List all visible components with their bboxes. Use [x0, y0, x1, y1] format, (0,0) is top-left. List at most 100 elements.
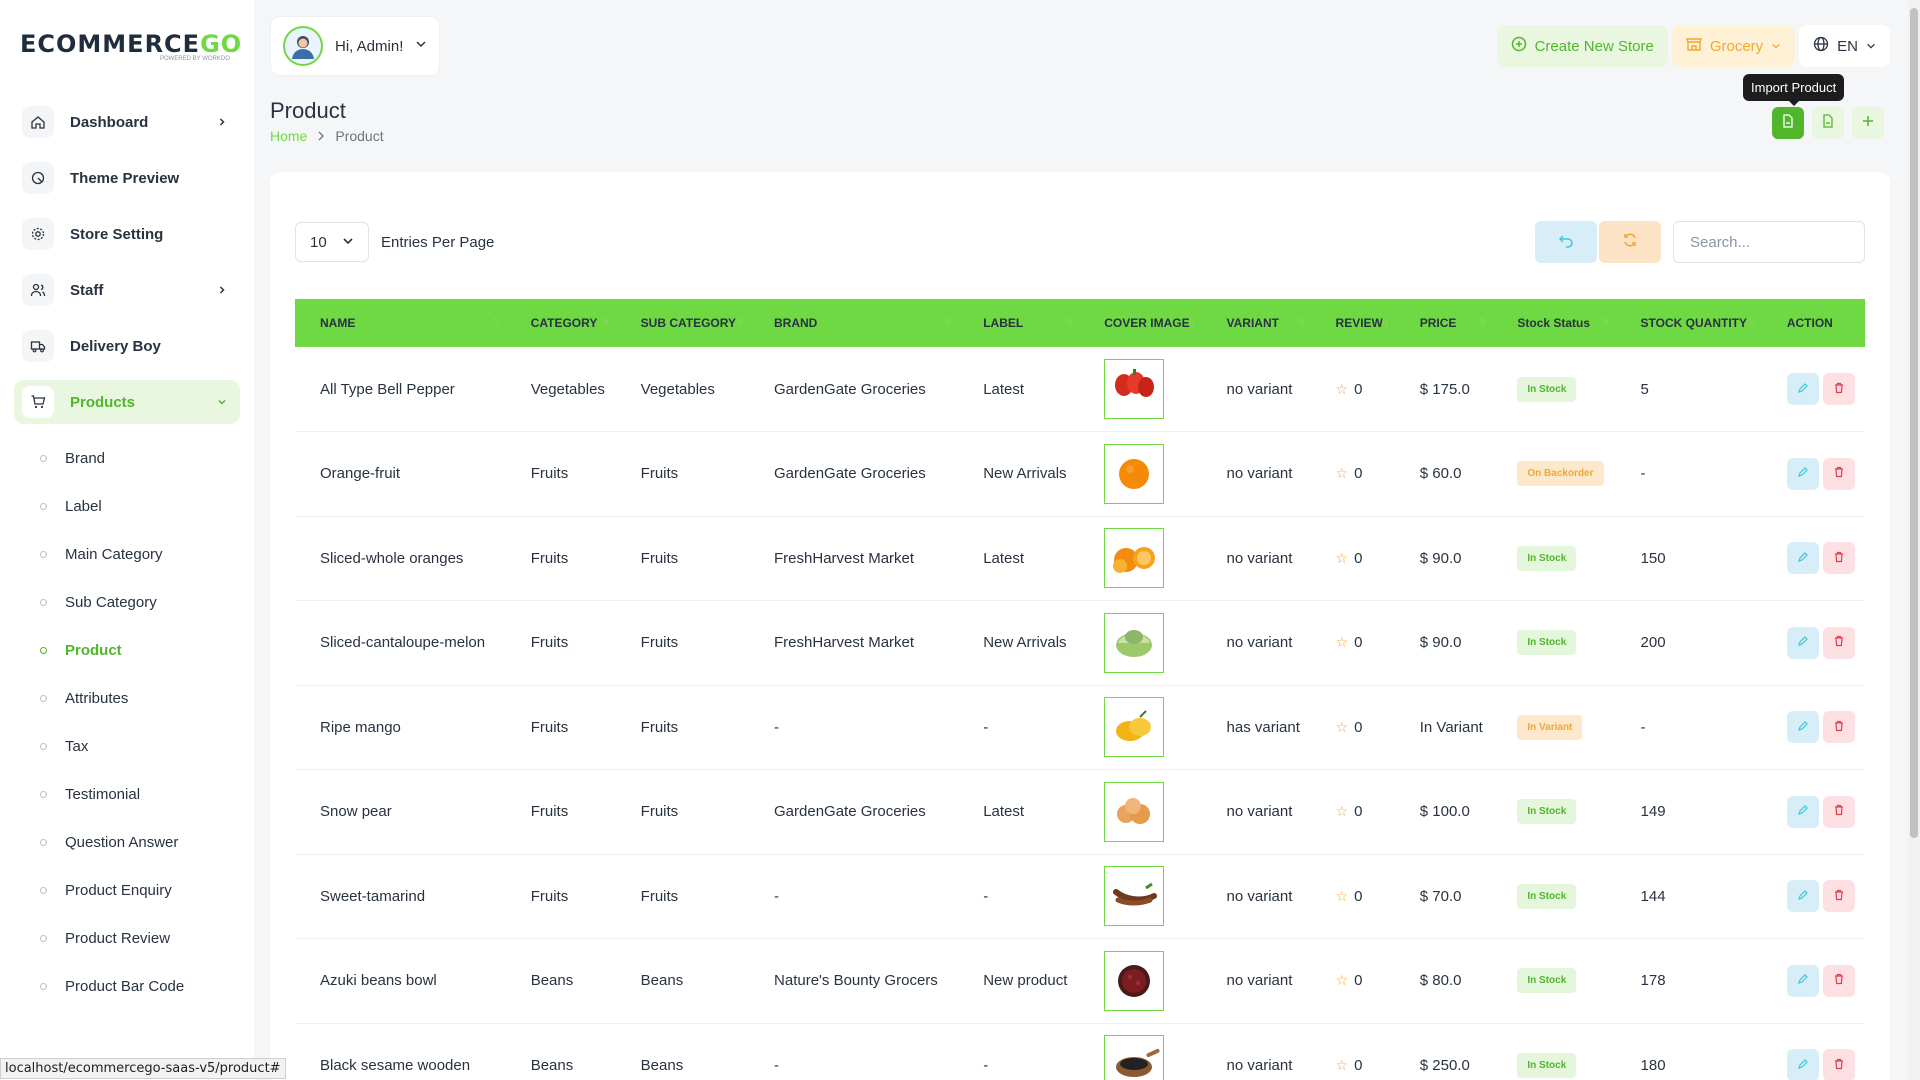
edit-button[interactable] [1786, 880, 1819, 913]
edit-button[interactable] [1786, 457, 1819, 490]
column-header-label[interactable]: LABEL ↑↓ [958, 299, 1079, 347]
submenu-item-product-review[interactable]: Product Review [14, 914, 240, 962]
product-image [1104, 950, 1165, 1011]
scrollbar-thumb[interactable] [1910, 8, 1918, 838]
edit-button[interactable] [1786, 711, 1819, 744]
submenu-item-product-enquiry[interactable]: Product Enquiry [14, 866, 240, 914]
cell-brand: FreshHarvest Market [749, 600, 959, 686]
delete-button[interactable] [1822, 711, 1855, 744]
sidebar-item-staff[interactable]: Staff [14, 268, 240, 312]
cell-variant: no variant [1201, 431, 1311, 517]
column-header-label: STOCK QUANTITY [1640, 316, 1747, 330]
cell-price: $ 250.0 [1394, 1023, 1493, 1080]
delete-button[interactable] [1822, 964, 1855, 997]
delete-button[interactable] [1822, 457, 1855, 490]
page-scrollbar[interactable] [1908, 0, 1920, 1080]
cell-action [1761, 685, 1865, 770]
submenu-item-attributes[interactable]: Attributes [14, 674, 240, 722]
delete-button[interactable] [1822, 373, 1855, 405]
column-header-name[interactable]: NAME ↑↓ [295, 299, 506, 347]
sidebar-item-label: Dashboard [70, 113, 149, 131]
cell-variant: has variant [1201, 685, 1311, 770]
star-icon: ☆ [1335, 803, 1349, 820]
breadcrumb: Home Product [270, 128, 384, 144]
column-header-sub-category[interactable]: SUB CATEGORY ↑↓ [616, 299, 749, 347]
cell-category: Vegetables [505, 347, 616, 432]
add-product-button[interactable] [1852, 107, 1884, 139]
cell-review: ☆ 0 [1310, 347, 1395, 432]
sidebar-item-store-setting[interactable]: Store Setting [14, 212, 240, 256]
review-count: 0 [1354, 972, 1363, 990]
cell-review: ☆ 0 [1310, 685, 1395, 770]
sidebar-item-label: Delivery Boy [70, 337, 161, 355]
delete-button[interactable] [1822, 880, 1855, 913]
sort-icon: ↑↓ [1065, 316, 1073, 327]
star-icon: ☆ [1335, 887, 1349, 904]
column-header-price[interactable]: PRICE ↑↓ [1395, 299, 1493, 347]
delete-button[interactable] [1822, 542, 1855, 575]
edit-button[interactable] [1786, 542, 1819, 575]
submenu-item-question-answer[interactable]: Question Answer [14, 818, 240, 866]
entries-per-page-select[interactable]: 10 [295, 222, 369, 262]
export-product-button[interactable] [1812, 107, 1844, 139]
sort-icon: ↑↓ [601, 316, 610, 327]
submenu-item-label: Label [65, 497, 102, 515]
star-icon: ☆ [1335, 718, 1349, 735]
column-header-variant[interactable]: VARIANT ↑↓ [1202, 299, 1311, 347]
column-header-stock-status[interactable]: Stock Status ↑↓ [1492, 299, 1615, 347]
bullet-icon [40, 550, 47, 558]
breadcrumb-current: Product [335, 128, 384, 144]
refresh-button[interactable] [1599, 221, 1661, 263]
submenu-item-sub-category[interactable]: Sub Category [14, 578, 240, 626]
sidebar-item-delivery-boy[interactable]: Delivery Boy [14, 324, 240, 368]
submenu-item-label[interactable]: Label [14, 482, 240, 530]
cell-price: In Variant [1394, 685, 1493, 770]
edit-button[interactable] [1786, 373, 1819, 405]
cell-cover-image [1079, 347, 1202, 432]
sidebar-item-products[interactable]: Products [14, 380, 240, 424]
submenu-item-main-category[interactable]: Main Category [14, 530, 240, 578]
table-row: Sliced-cantaloupe-melon Fruits Fruits Fresh… [295, 600, 1865, 686]
status-badge: In Stock [1517, 376, 1577, 402]
pencil-icon [1797, 550, 1809, 567]
submenu-item-product-bar-code[interactable]: Product Bar Code [14, 962, 240, 1010]
edit-button[interactable] [1786, 795, 1819, 828]
sidebar-item-dashboard[interactable]: Dashboard [14, 100, 240, 144]
delete-button[interactable] [1822, 795, 1855, 828]
edit-button[interactable] [1786, 964, 1819, 997]
import-product-button[interactable] [1772, 107, 1804, 139]
cell-price: $ 80.0 [1394, 938, 1493, 1024]
cell-stock-quantity: 200 [1615, 600, 1762, 686]
column-header-review[interactable]: REVIEW ↑↓ [1311, 299, 1395, 347]
edit-button[interactable] [1786, 626, 1819, 659]
delete-button[interactable] [1822, 626, 1855, 659]
create-store-button[interactable]: Create New Store [1496, 25, 1668, 67]
bullet-icon [40, 598, 47, 606]
sidebar-item-theme-preview[interactable]: Theme Preview [14, 156, 240, 200]
column-header-cover-image[interactable]: COVER IMAGE ↑↓ [1079, 299, 1201, 347]
edit-button[interactable] [1786, 1049, 1819, 1080]
submenu-item-product[interactable]: Product [14, 626, 240, 674]
logo[interactable]: ECOMMERCEGO POWERED BY WORKDO [20, 30, 242, 70]
submenu-item-brand[interactable]: Brand [14, 434, 240, 482]
store-icon [1685, 36, 1702, 56]
chevron-right-icon [214, 114, 230, 130]
store-select[interactable]: Grocery [1671, 25, 1796, 67]
breadcrumb-home[interactable]: Home [270, 128, 307, 144]
column-header-brand[interactable]: BRAND ↑↓ [749, 299, 958, 347]
column-header-category[interactable]: CATEGORY ↑↓ [506, 299, 616, 347]
column-header-stock-quantity[interactable]: STOCK QUANTITY ↑↓ [1616, 299, 1762, 347]
submenu-item-tax[interactable]: Tax [14, 722, 240, 770]
language-select[interactable]: EN [1799, 25, 1890, 67]
submenu-item-testimonial[interactable]: Testimonial [14, 770, 240, 818]
pencil-icon [1797, 1057, 1809, 1074]
delete-button[interactable] [1822, 1049, 1855, 1080]
column-header-label: SUB CATEGORY [640, 316, 736, 330]
column-header-action[interactable]: ACTION [1762, 299, 1865, 347]
user-menu[interactable]: Hi, Admin! [270, 16, 440, 76]
avatar [283, 26, 323, 66]
sort-icon: ↑↓ [1187, 316, 1196, 327]
back-button[interactable] [1535, 221, 1597, 263]
status-badge: In Stock [1517, 883, 1577, 909]
search-input[interactable] [1673, 221, 1865, 263]
